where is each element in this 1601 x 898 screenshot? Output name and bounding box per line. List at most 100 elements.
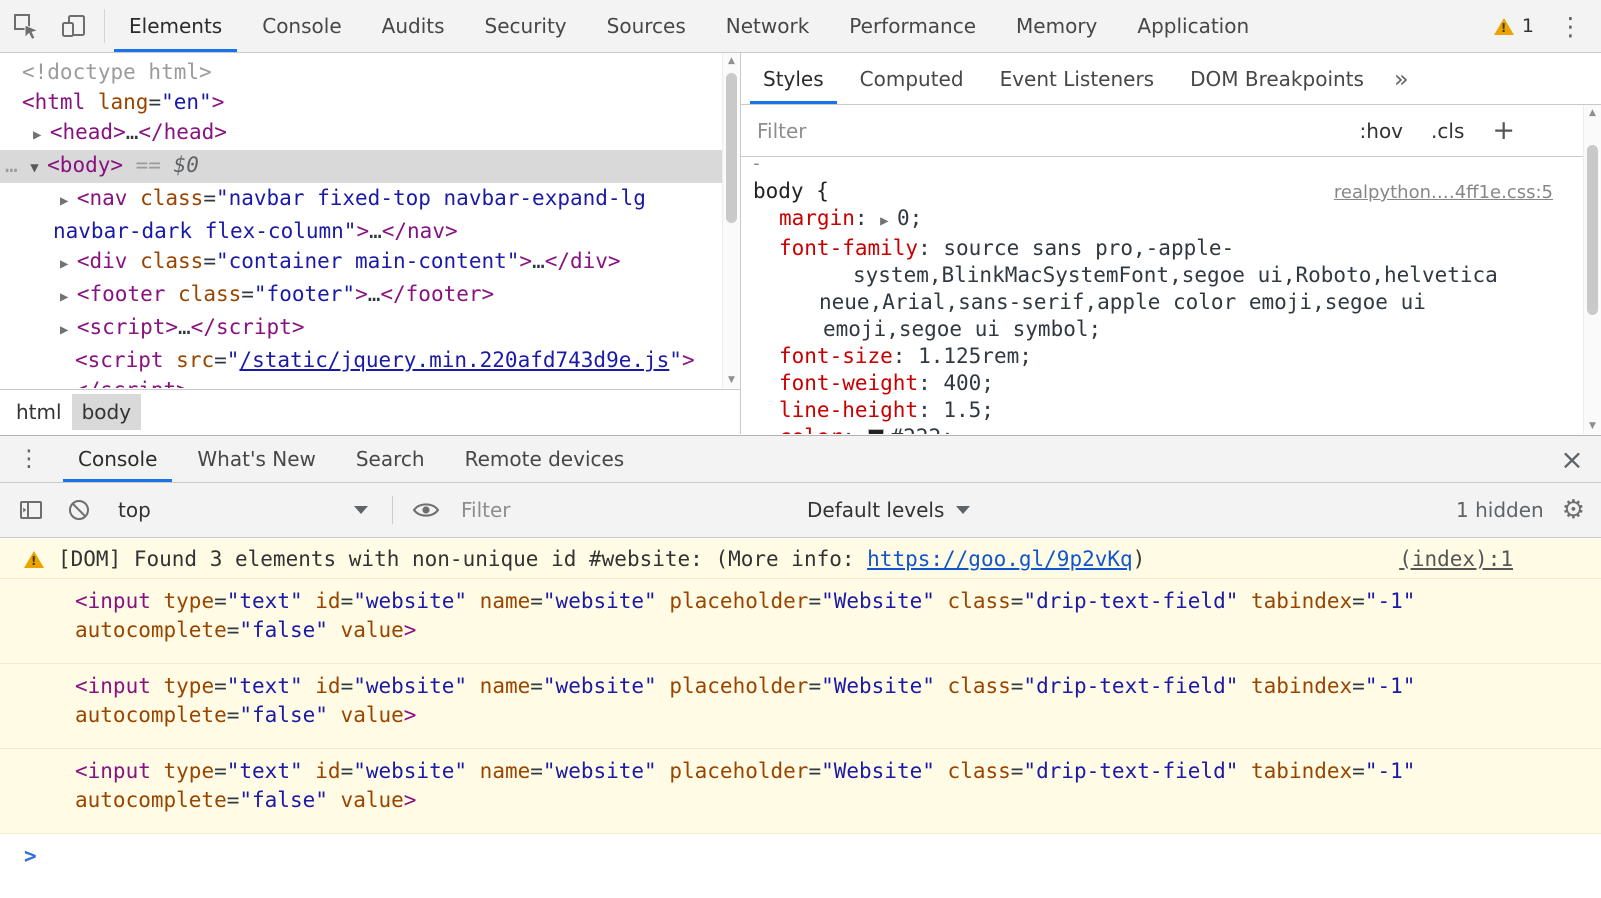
- warning-text: [DOM] Found 3 elements with non-unique i…: [58, 545, 1145, 574]
- drawer-tab-search[interactable]: Search: [336, 436, 445, 482]
- pseudo-state-toggle[interactable]: :hov: [1360, 119, 1404, 143]
- warning-text-pre: [DOM] Found 3 elements with non-unique i…: [58, 547, 867, 571]
- drawer-tab-remote-devices[interactable]: Remote devices: [445, 436, 645, 482]
- css-declaration-line[interactable]: system,BlinkMacSystemFont,segoe ui,Robot…: [741, 262, 1583, 289]
- warning-text-post: ): [1133, 547, 1146, 571]
- close-drawer-icon[interactable]: ×: [1543, 436, 1601, 482]
- tab-overflow-icon[interactable]: »: [1382, 53, 1421, 104]
- tab-elements[interactable]: Elements: [109, 0, 242, 52]
- scroll-down-arrow[interactable]: ▼: [723, 372, 740, 388]
- console-logged-element-line[interactable]: <input type="text" id="website" name="we…: [75, 587, 1581, 616]
- logged-element-2: <input type="text" id="website" name="we…: [0, 664, 1601, 749]
- console-toolbar: top Default levels 1 hidden ⚙: [0, 483, 1601, 538]
- tab-console[interactable]: Console: [242, 0, 361, 52]
- tab-sources[interactable]: Sources: [587, 0, 706, 52]
- scroll-down-arrow[interactable]: ▼: [1584, 418, 1601, 434]
- dom-tree: <!doctype html><html lang="en">▶ <head>……: [0, 53, 722, 388]
- dom-tree-row[interactable]: </script>: [0, 375, 722, 388]
- css-declaration-line[interactable]: color: #222;: [741, 424, 1583, 434]
- context-value: top: [118, 498, 151, 522]
- tab-network[interactable]: Network: [706, 0, 830, 52]
- tab-audits[interactable]: Audits: [362, 0, 465, 52]
- console-prompt[interactable]: >: [0, 834, 1601, 878]
- clear-console-icon[interactable]: [64, 495, 94, 525]
- css-selector[interactable]: body {: [753, 178, 829, 205]
- warning-icon: [24, 551, 44, 568]
- console-logged-element-line[interactable]: <input type="text" id="website" name="we…: [75, 672, 1581, 701]
- elements-panel: <!doctype html><html lang="en">▶ <head>……: [0, 53, 741, 434]
- drawer-tab-whats-new[interactable]: What's New: [177, 436, 335, 482]
- log-levels-selector[interactable]: Default levels: [807, 498, 970, 522]
- console-logged-element-line[interactable]: autocomplete="false" value>: [75, 701, 1581, 730]
- tab-application[interactable]: Application: [1117, 0, 1269, 52]
- tab-event-listeners[interactable]: Event Listeners: [982, 53, 1173, 104]
- console-logged-element-line[interactable]: autocomplete="false" value>: [75, 786, 1581, 815]
- console-source-link[interactable]: (index):1: [1399, 545, 1513, 574]
- scrollbar-thumb[interactable]: [726, 73, 737, 223]
- css-declaration-line[interactable]: margin: ▶ 0;: [741, 205, 1583, 235]
- logged-element-1: <input type="text" id="website" name="we…: [0, 579, 1601, 664]
- console-filter-input[interactable]: [459, 497, 793, 523]
- styles-sidebar: Styles Computed Event Listeners DOM Brea…: [741, 53, 1601, 434]
- tab-performance[interactable]: Performance: [829, 0, 996, 52]
- device-toolbar-icon[interactable]: [58, 10, 90, 42]
- css-declaration-line[interactable]: line-height: 1.5;: [741, 397, 1583, 424]
- dom-tree-row[interactable]: ▶ <head>…</head>: [0, 117, 722, 150]
- dom-tree-row[interactable]: … ▼ <body> == $0: [0, 150, 722, 183]
- styles-rules-list: - body { realpython.…4ff1e.css:5 margin:…: [741, 158, 1583, 434]
- warning-more-info-link[interactable]: https://goo.gl/9p2vKq: [867, 547, 1133, 571]
- css-declaration-line[interactable]: font-family: source sans pro,-apple-: [741, 235, 1583, 262]
- styles-scrollbar[interactable]: ▲ ▼: [1583, 105, 1601, 434]
- dom-tree-row[interactable]: ▶ <div class="container main-content">…<…: [0, 246, 722, 279]
- tab-dom-breakpoints[interactable]: DOM Breakpoints: [1172, 53, 1382, 104]
- chevron-down-icon: [956, 506, 970, 514]
- css-declaration-line[interactable]: font-size: 1.125rem;: [741, 343, 1583, 370]
- log-levels-value: Default levels: [807, 498, 944, 522]
- dom-tree-row[interactable]: <!doctype html>: [0, 57, 722, 87]
- tab-computed[interactable]: Computed: [842, 53, 982, 104]
- console-warning-message[interactable]: [DOM] Found 3 elements with non-unique i…: [0, 539, 1601, 579]
- javascript-context-selector[interactable]: top: [112, 498, 374, 522]
- dom-tree-row[interactable]: ▶ <footer class="footer">…</footer>: [0, 279, 722, 312]
- console-logged-element-line[interactable]: autocomplete="false" value>: [75, 616, 1581, 645]
- dom-tree-row[interactable]: navbar-dark flex-column">…</nav>: [0, 216, 722, 246]
- dom-tree-row[interactable]: ▶ <script>…</script>: [0, 312, 722, 345]
- css-declaration-line[interactable]: neue,Arial,sans-serif,apple color emoji,…: [741, 289, 1583, 316]
- dom-tree-row[interactable]: <script src="/static/jquery.min.220afd74…: [0, 345, 722, 375]
- settings-gear-icon[interactable]: ⚙: [1562, 497, 1585, 523]
- devtools-window: Elements Console Audits Security Sources…: [0, 0, 1601, 898]
- dom-tree-row[interactable]: <html lang="en">: [0, 87, 722, 117]
- css-declaration-line[interactable]: emoji,segoe ui symbol;: [741, 316, 1583, 343]
- dom-tree-row[interactable]: ▶ <nav class="navbar fixed-top navbar-ex…: [0, 183, 722, 216]
- new-style-rule-button[interactable]: +: [1492, 115, 1515, 146]
- panel-tabs: Elements Console Audits Security Sources…: [109, 0, 1269, 52]
- element-classes-toggle[interactable]: .cls: [1431, 119, 1464, 143]
- styles-filter-bar: :hov .cls +: [741, 105, 1601, 157]
- inspect-element-icon[interactable]: [10, 10, 42, 42]
- console-sidebar-icon[interactable]: [16, 495, 46, 525]
- toolbar-divider: [104, 9, 105, 43]
- scrollbar-thumb[interactable]: [1587, 145, 1598, 315]
- scroll-up-arrow[interactable]: ▲: [723, 53, 740, 69]
- tab-styles[interactable]: Styles: [745, 53, 842, 104]
- hidden-messages-count[interactable]: 1 hidden: [1456, 498, 1544, 522]
- scrolled-rule-fragment: -: [741, 158, 1583, 172]
- styles-filter-input[interactable]: [755, 118, 1333, 144]
- main-split: <!doctype html><html lang="en">▶ <head>……: [0, 53, 1601, 434]
- scroll-up-arrow[interactable]: ▲: [1584, 105, 1601, 121]
- css-declaration-line[interactable]: font-weight: 400;: [741, 370, 1583, 397]
- elements-scrollbar[interactable]: ▲ ▼: [722, 53, 740, 388]
- drawer-tab-console[interactable]: Console: [58, 436, 177, 482]
- breadcrumb-body[interactable]: body: [72, 394, 141, 430]
- kebab-menu-icon[interactable]: ⋮: [1558, 14, 1583, 39]
- stylesheet-source-link[interactable]: realpython.…4ff1e.css:5: [1334, 182, 1583, 203]
- tab-memory[interactable]: Memory: [996, 0, 1117, 52]
- warnings-badge[interactable]: 1: [1494, 15, 1534, 37]
- console-logged-element-line[interactable]: <input type="text" id="website" name="we…: [75, 757, 1581, 786]
- breadcrumb-html[interactable]: html: [6, 394, 72, 430]
- live-expression-eye-icon[interactable]: [411, 495, 441, 525]
- drawer-menu-icon[interactable]: ⋮: [0, 436, 58, 482]
- toolbar-icons: [0, 0, 100, 52]
- tab-security[interactable]: Security: [465, 0, 587, 52]
- css-rule-body: margin: ▶ 0;font-family: source sans pro…: [741, 205, 1583, 434]
